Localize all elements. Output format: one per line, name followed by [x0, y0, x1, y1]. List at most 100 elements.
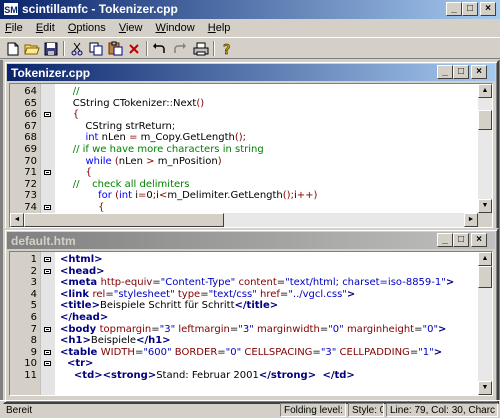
vertical-scrollbar[interactable]: ▲ ▼	[478, 84, 492, 213]
paste-icon[interactable]	[106, 40, 124, 57]
code-text[interactable]: <head>	[60, 266, 105, 278]
code-token: <tr>	[60, 358, 94, 370]
menu-edit[interactable]: Edit	[31, 19, 60, 37]
code-line[interactable]: 73 for (int i=0;i<m_Delimiter.GetLength(…	[10, 190, 478, 202]
scroll-thumb[interactable]	[478, 266, 492, 288]
code-text[interactable]: // if we have more characters in string	[60, 144, 264, 156]
code-line[interactable]: 72 // check all delimiters	[10, 179, 478, 191]
code-token: nLen	[98, 132, 130, 144]
code-text[interactable]: for (int i=0;i<m_Delimiter.GetLength();i…	[60, 190, 317, 202]
help-icon[interactable]: ?	[218, 40, 236, 57]
scroll-right-button[interactable]: ►	[464, 213, 478, 227]
fold-marker-icon[interactable]	[44, 349, 51, 355]
code-text[interactable]: <html>	[60, 254, 103, 266]
undo-icon[interactable]	[151, 40, 169, 57]
fold-marker-icon[interactable]	[44, 257, 51, 262]
code-text[interactable]: <link rel="stylesheet" type="text/css" h…	[60, 289, 355, 301]
menu-window[interactable]: Window	[151, 19, 200, 37]
code-text[interactable]: CString CTokenizer::Next()	[60, 98, 204, 110]
code-text[interactable]: <td><strong>Stand: Februar 2001</strong>…	[60, 370, 355, 382]
print-icon[interactable]	[192, 40, 210, 57]
horizontal-scrollbar[interactable]: ◄ ►	[10, 213, 478, 227]
code-text[interactable]: <meta http-equiv="Content-Type" content=…	[60, 277, 454, 289]
fold-marker-icon[interactable]	[44, 361, 51, 367]
code-line[interactable]: 5 <title>Beispiele Schritt für Schritt</t…	[10, 300, 478, 312]
code-line[interactable]: 66 {	[10, 109, 478, 121]
menu-view[interactable]: View	[114, 19, 148, 37]
maximize-button[interactable]: □	[462, 2, 478, 16]
close-button[interactable]: ×	[480, 2, 496, 16]
code-line[interactable]: 8 <h1>Beispiele</h1>	[10, 335, 478, 347]
redo-icon[interactable]	[170, 40, 188, 57]
child-close-button[interactable]: ×	[471, 65, 487, 79]
code-text[interactable]: <h1>Beispiele</h1>	[60, 335, 171, 347]
code-text[interactable]: //	[60, 86, 80, 98]
editor-window-tokenizer[interactable]: Tokenizer.cpp _ □ × 64 //65 CString CTok…	[3, 60, 499, 236]
code-line[interactable]: 70 while (nLen > m_nPosition)	[10, 156, 478, 168]
fold-marker-icon[interactable]	[44, 204, 51, 210]
fold-marker-icon[interactable]	[44, 112, 51, 118]
open-folder-icon[interactable]	[23, 40, 41, 57]
scroll-down-button[interactable]: ▼	[478, 199, 492, 213]
code-line[interactable]: 10 <tr>	[10, 358, 478, 370]
code-line[interactable]: 71 {	[10, 167, 478, 179]
code-line[interactable]: 9 <table WIDTH="600" BORDER="0" CELLSPACI…	[10, 347, 478, 359]
code-text[interactable]: {	[60, 202, 104, 214]
scroll-thumb[interactable]	[24, 213, 224, 227]
code-text[interactable]: <body topmargin="3" leftmargin="3" margi…	[60, 324, 446, 336]
child-title-bar[interactable]: default.htm _ □ ×	[7, 232, 495, 249]
code-text[interactable]: <title>Beispiele Schritt für Schritt</ti…	[60, 300, 278, 312]
code-editor[interactable]: 64 //65 CString CTokenizer::Next() 66 {67…	[9, 83, 493, 228]
editor-window-default-htm[interactable]: default.htm _ □ × 1 <html> 2 <head> 3 <meta h…	[3, 228, 499, 404]
child-close-button[interactable]: ×	[471, 233, 487, 247]
copy-icon[interactable]	[87, 40, 105, 57]
code-text[interactable]: <table WIDTH="600" BORDER="0" CELLSPACIN…	[60, 347, 442, 359]
vertical-scrollbar[interactable]: ▲ ▼	[478, 252, 492, 395]
code-line[interactable]: 2 <head>	[10, 266, 478, 278]
child-title-bar[interactable]: Tokenizer.cpp _ □ ×	[7, 64, 495, 81]
code-text[interactable]: {	[60, 167, 91, 179]
code-line[interactable]: 74 {	[10, 202, 478, 214]
child-minimize-button[interactable]: _	[437, 65, 453, 79]
menu-file[interactable]: File	[0, 19, 28, 37]
code-text[interactable]: <tr>	[60, 358, 93, 370]
menu-help[interactable]: Help	[203, 19, 236, 37]
code-line[interactable]: 64 //	[10, 86, 478, 98]
child-maximize-button[interactable]: □	[453, 233, 469, 247]
line-number: 2	[30, 265, 37, 277]
code-text[interactable]: {	[60, 109, 79, 121]
code-line[interactable]: 7 <body topmargin="3" leftmargin="3" marg…	[10, 324, 478, 336]
code-line[interactable]: 68 int nLen = m_Copy.GetLength();	[10, 132, 478, 144]
delete-icon[interactable]	[125, 40, 143, 57]
scroll-down-button[interactable]: ▼	[478, 381, 492, 395]
code-editor[interactable]: 1 <html> 2 <head> 3 <meta http-equiv="Content…	[9, 251, 493, 396]
child-minimize-button[interactable]: _	[437, 233, 453, 247]
child-maximize-button[interactable]: □	[453, 65, 469, 79]
cut-icon[interactable]	[68, 40, 86, 57]
code-text[interactable]: while (nLen > m_nPosition)	[60, 156, 221, 168]
save-icon[interactable]	[42, 40, 60, 57]
scroll-left-button[interactable]: ◄	[10, 213, 24, 227]
code-line[interactable]: 3 <meta http-equiv="Content-Type" content…	[10, 277, 478, 289]
menu-options[interactable]: Options	[63, 19, 111, 37]
scroll-up-button[interactable]: ▲	[478, 84, 492, 98]
code-line[interactable]: 65 CString CTokenizer::Next()	[10, 98, 478, 110]
code-line[interactable]: 69 // if we have more characters in stri…	[10, 144, 478, 156]
fold-marker-icon[interactable]	[44, 268, 51, 274]
fold-marker-icon[interactable]	[44, 170, 51, 176]
minimize-button[interactable]: _	[446, 2, 462, 16]
fold-marker-icon[interactable]	[44, 326, 51, 332]
new-file-icon[interactable]	[4, 40, 22, 57]
code-token: "text/css"	[208, 288, 257, 300]
code-line[interactable]: 1 <html>	[10, 254, 478, 266]
code-line[interactable]: 11 <td><strong>Stand: Februar 2001</stro…	[10, 370, 478, 382]
scroll-thumb[interactable]	[478, 110, 492, 130]
code-line[interactable]: 4 <link rel="stylesheet" type="text/css" …	[10, 289, 478, 301]
code-text[interactable]: </head>	[60, 312, 108, 324]
code-text[interactable]: CString strReturn;	[60, 121, 175, 133]
code-line[interactable]: 6 </head>	[10, 312, 478, 324]
code-text[interactable]: // check all delimiters	[60, 179, 190, 191]
scroll-up-button[interactable]: ▲	[478, 252, 492, 266]
code-line[interactable]: 67 CString strReturn;	[10, 121, 478, 133]
code-text[interactable]: int nLen = m_Copy.GetLength();	[60, 132, 246, 144]
